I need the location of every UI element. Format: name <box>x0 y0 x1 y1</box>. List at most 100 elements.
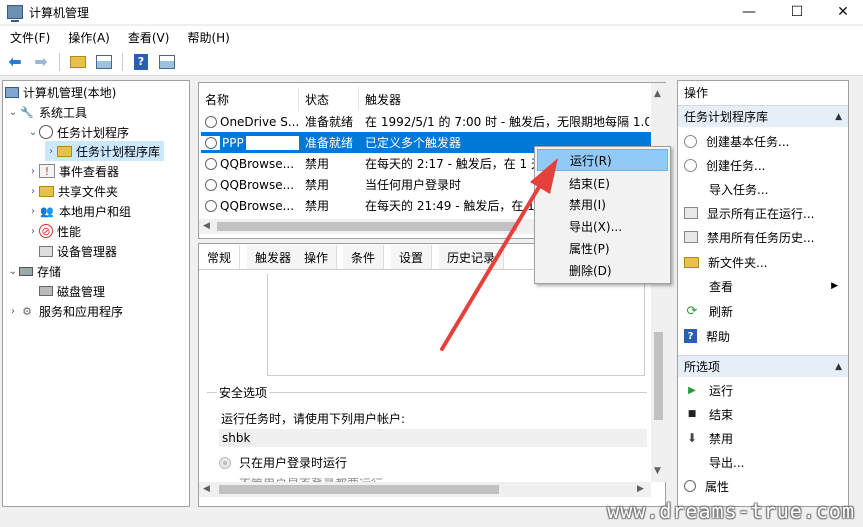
chevron-right-icon[interactable]: › <box>45 146 57 157</box>
scroll-up-icon[interactable]: ▲ <box>654 89 661 99</box>
chevron-right-icon[interactable]: › <box>27 166 39 177</box>
tree-item-local-users-groups[interactable]: › 👥 本地用户和组 <box>27 201 131 221</box>
import-icon <box>684 182 700 196</box>
show-hide-tree-icon <box>96 54 112 69</box>
back-button[interactable]: ⬅ <box>4 52 26 72</box>
run-as-label: 运行任务时，请使用下列用户帐户: <box>221 412 406 426</box>
tab-triggers[interactable]: 触发器 <box>247 245 301 269</box>
column-header-name[interactable]: 名称 <box>199 87 299 111</box>
context-menu-delete[interactable]: 删除(D) <box>537 259 668 281</box>
chevron-down-icon[interactable]: ⌄ <box>7 107 19 118</box>
close-button[interactable]: ✕ <box>820 0 863 24</box>
maximize-button[interactable]: ☐ <box>774 0 820 24</box>
refresh-icon: ⟳ <box>686 303 698 319</box>
action-import-task[interactable]: 导入任务... <box>678 177 848 201</box>
action-disable[interactable]: ⬇ 禁用 <box>678 426 848 450</box>
action-new-folder[interactable]: 新文件夹... <box>678 250 848 274</box>
forward-button[interactable]: ➡ <box>30 52 52 72</box>
task-name: PPP <box>220 135 246 150</box>
tab-settings[interactable]: 设置 <box>391 245 433 269</box>
menu-help[interactable]: 帮助(H) <box>177 29 237 46</box>
actions-section-library[interactable]: 任务计划程序库 ▲ <box>678 105 848 127</box>
action-view[interactable]: 查看 ▶ <box>678 274 848 298</box>
toolbar-separator <box>59 52 60 71</box>
context-menu-run[interactable]: 运行(R) <box>537 149 668 171</box>
action-label: 禁用 <box>709 431 734 446</box>
task-status: 禁用 <box>305 178 330 192</box>
action-show-running[interactable]: 显示所有正在运行... <box>678 201 848 225</box>
disable-history-icon <box>684 231 698 243</box>
scroll-left-icon[interactable]: ◀ <box>203 221 210 231</box>
menu-view[interactable]: 查看(V) <box>118 29 178 46</box>
tree-label: 性能 <box>57 224 82 239</box>
minimize-button[interactable]: — <box>726 0 772 24</box>
tree-item-system-tools[interactable]: ⌄ 🔧 系统工具 <box>7 102 87 122</box>
action-label: 帮助 <box>706 329 731 344</box>
tab-actions[interactable]: 操作 <box>296 245 338 269</box>
tree-item-services-apps[interactable]: › ⚙ 服务和应用程序 <box>7 301 123 321</box>
tree-item-disk-management[interactable]: 磁盘管理 <box>39 281 105 301</box>
action-label: 导入任务... <box>709 182 769 197</box>
context-menu-properties[interactable]: 属性(P) <box>537 237 668 259</box>
tree-label: 共享文件夹 <box>58 184 119 199</box>
scroll-left-icon[interactable]: ◀ <box>203 484 210 494</box>
tree-item-shared-folders[interactable]: › 共享文件夹 <box>27 181 118 201</box>
chevron-right-icon[interactable]: › <box>7 306 19 317</box>
up-folder-icon <box>70 55 86 68</box>
action-create-basic-task[interactable]: 创建基本任务... <box>678 129 848 153</box>
tree-label: 系统工具 <box>39 105 88 120</box>
show-hide-tree-button[interactable] <box>93 52 115 72</box>
action-run[interactable]: ▶ 运行 <box>678 378 848 402</box>
scroll-right-icon[interactable]: ▶ <box>637 484 644 494</box>
computer-icon <box>5 86 19 98</box>
action-properties[interactable]: 属性 <box>678 474 848 498</box>
action-create-task[interactable]: 创建任务... <box>678 153 848 177</box>
tab-history[interactable]: 历史记录 <box>439 245 505 269</box>
scrollbar-thumb[interactable] <box>654 332 663 420</box>
chevron-right-icon[interactable]: › <box>27 226 39 237</box>
chevron-right-icon[interactable]: › <box>27 186 39 197</box>
help-button[interactable]: ? <box>130 52 152 72</box>
scrollbar-thumb[interactable] <box>219 485 499 494</box>
radio-run-when-logged-on[interactable]: 只在用户登录时运行 <box>219 454 347 471</box>
actions-section-selected[interactable]: 所选项 ▲ <box>678 355 848 377</box>
context-menu-disable[interactable]: 禁用(I) <box>537 193 668 215</box>
tree-item-performance[interactable]: › ⊘ 性能 <box>27 221 81 241</box>
action-help[interactable]: ? 帮助 <box>678 324 848 348</box>
performance-icon: ⊘ <box>39 224 53 238</box>
collapse-up-icon[interactable]: ▲ <box>835 112 842 122</box>
table-row[interactable]: OneDrive S... 准备就绪 在 1992/5/1 的 7:00 时 -… <box>201 111 651 132</box>
tree-label: 计算机管理(本地) <box>23 85 117 100</box>
tree-item-storage[interactable]: ⌄ 存储 <box>7 261 61 281</box>
scrollbar-thumb[interactable] <box>217 222 517 231</box>
menu-bar: 文件(F) 操作(A) 查看(V) 帮助(H) <box>0 26 863 48</box>
tree-item-task-scheduler[interactable]: ⌄ 任务计划程序 <box>27 122 129 142</box>
tree-item-device-manager[interactable]: 设备管理器 <box>39 241 117 261</box>
action-end[interactable]: ■ 结束 <box>678 402 848 426</box>
menu-file[interactable]: 文件(F) <box>0 29 58 46</box>
collapse-up-icon[interactable]: ▲ <box>835 362 842 372</box>
action-disable-history[interactable]: 禁用所有任务历史... <box>678 225 848 249</box>
action-export[interactable]: 导出... <box>678 450 848 474</box>
chevron-right-icon[interactable]: › <box>27 206 39 217</box>
tree-item-task-scheduler-library[interactable]: › 任务计划程序库 <box>45 141 165 161</box>
menu-action[interactable]: 操作(A) <box>58 29 118 46</box>
action-refresh[interactable]: ⟳ 刷新 <box>678 299 848 323</box>
horizontal-scrollbar[interactable]: ◀ ▶ <box>199 482 651 497</box>
tree-item-event-viewer[interactable]: › ! 事件查看器 <box>27 161 119 181</box>
chevron-down-icon[interactable]: ⌄ <box>27 127 39 138</box>
context-menu-export[interactable]: 导出(X)... <box>537 215 668 237</box>
clock-icon <box>39 125 53 139</box>
task-name: QQBrowse... <box>220 177 295 192</box>
scroll-down-icon[interactable]: ▼ <box>654 466 661 476</box>
chevron-down-icon[interactable]: ⌄ <box>7 266 19 277</box>
show-hide-action-pane-button[interactable] <box>156 52 178 72</box>
tree-item-root[interactable]: 计算机管理(本地) <box>5 82 116 102</box>
tab-conditions[interactable]: 条件 <box>343 245 385 269</box>
vertical-scrollbar[interactable]: ▼ <box>651 270 666 482</box>
column-header-status[interactable]: 状态 <box>299 87 359 111</box>
up-level-button[interactable] <box>67 52 89 72</box>
context-menu-end[interactable]: 结束(E) <box>537 172 668 194</box>
column-header-trigger[interactable]: 触发器 <box>359 87 651 111</box>
tab-general[interactable]: 常规 <box>199 245 241 269</box>
